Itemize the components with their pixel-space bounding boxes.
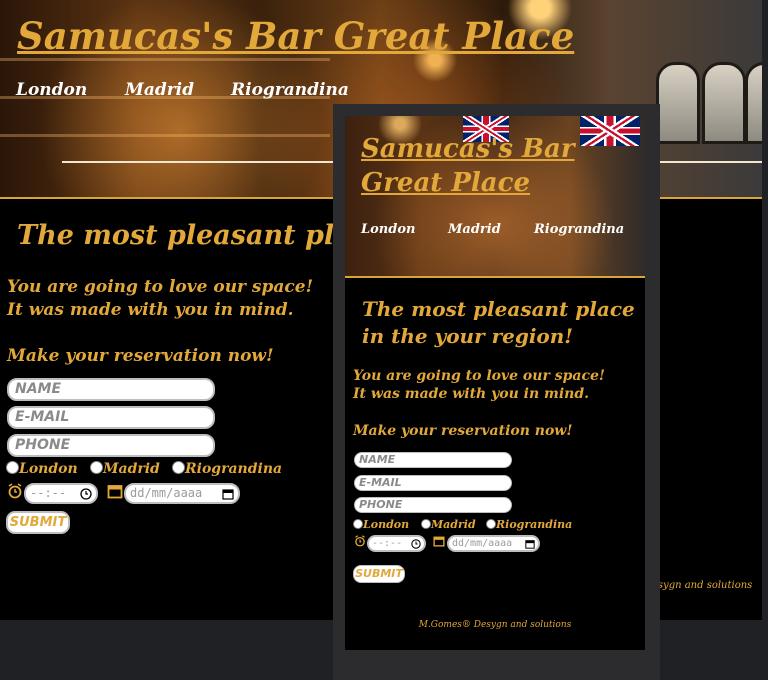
date-input-mobile[interactable]: dd/mm/aaaa <box>447 535 540 552</box>
phone-input[interactable]: PHONE <box>7 434 215 457</box>
radio-london-mobile[interactable]: London <box>353 518 421 531</box>
window-decoration <box>745 62 762 144</box>
mobile-screen: Samucas's Bar Great Place London Madrid … <box>345 116 645 650</box>
radio-button[interactable] <box>353 519 363 529</box>
intro-line-2-mobile: It was made with you in mind. <box>353 386 589 402</box>
calendar-picker-icon[interactable] <box>525 539 535 549</box>
nav-link-madrid[interactable]: Madrid <box>125 80 231 100</box>
radio-button[interactable] <box>486 519 496 529</box>
radio-madrid[interactable]: Madrid <box>90 461 172 477</box>
intro-line-1-mobile: You are going to love our space! <box>353 368 606 384</box>
date-placeholder: dd/mm/aaaa <box>130 486 203 500</box>
name-input-mobile[interactable]: NAME <box>354 452 512 468</box>
email-input-mobile[interactable]: E-MAIL <box>354 475 512 491</box>
radio-london[interactable]: London <box>6 461 90 477</box>
alarm-clock-icon <box>8 483 22 499</box>
footer-mobile: M.Gomes® Desygn and solutions <box>418 620 572 630</box>
site-title[interactable]: Samucas's Bar Great Place <box>17 14 574 58</box>
date-placeholder: dd/mm/aaaa <box>452 538 513 549</box>
clock-icon[interactable] <box>80 488 92 500</box>
alarm-clock-icon <box>355 535 365 547</box>
mobile-preview-frame: Samucas's Bar Great Place London Madrid … <box>333 104 660 680</box>
calendar-icon <box>107 485 123 499</box>
reservation-heading-mobile: Make your reservation now! <box>353 423 573 439</box>
time-placeholder: --:-- <box>372 538 403 549</box>
nav-link-madrid-mobile[interactable]: Madrid <box>448 222 534 237</box>
time-placeholder: --:-- <box>30 486 67 500</box>
time-input-mobile[interactable]: --:-- <box>367 535 426 552</box>
intro-line-1: You are going to love our space! <box>7 277 314 297</box>
radio-label: Madrid <box>431 518 476 531</box>
divider <box>345 276 645 278</box>
nav-link-london-mobile[interactable]: London <box>361 222 448 237</box>
mobile-hero-banner: Samucas's Bar Great Place London Madrid … <box>345 116 645 276</box>
phone-input-mobile[interactable]: PHONE <box>354 497 512 513</box>
calendar-picker-icon[interactable] <box>222 488 234 500</box>
desktop-nav: London Madrid Riograndina <box>16 80 349 100</box>
nav-link-riograndina-mobile[interactable]: Riograndina <box>534 222 624 237</box>
clock-icon[interactable] <box>411 539 421 549</box>
radio-label: Riograndina <box>496 518 573 531</box>
radio-button[interactable] <box>90 461 103 474</box>
city-radio-group: London Madrid Riograndina <box>6 461 282 477</box>
radio-button[interactable] <box>6 461 19 474</box>
shelf-decoration <box>0 134 330 137</box>
intro-line-2: It was made with you in mind. <box>7 300 294 320</box>
site-title-mobile[interactable]: Samucas's Bar Great Place <box>361 132 645 200</box>
radio-madrid-mobile[interactable]: Madrid <box>421 518 486 531</box>
footer-text: esygn and solutions <box>652 580 753 591</box>
time-input[interactable]: --:-- <box>24 483 98 504</box>
date-input[interactable]: dd/mm/aaaa <box>124 483 240 504</box>
radio-riograndina-mobile[interactable]: Riograndina <box>486 518 572 531</box>
radio-label: Madrid <box>103 461 160 477</box>
mobile-nav: London Madrid Riograndina <box>361 222 624 237</box>
window-decoration <box>702 62 746 144</box>
shelf-decoration <box>0 58 330 61</box>
nav-link-riograndina[interactable]: Riograndina <box>231 80 349 100</box>
headline-mobile: The most pleasant place in the your regi… <box>362 297 635 348</box>
radio-label: Riograndina <box>185 461 283 477</box>
calendar-icon <box>433 536 445 547</box>
window-decoration <box>656 62 700 144</box>
submit-button-mobile[interactable]: SUBMIT <box>353 565 405 583</box>
name-input[interactable]: NAME <box>7 378 215 401</box>
reservation-heading: Make your reservation now! <box>7 346 274 366</box>
submit-button[interactable]: SUBMIT <box>6 511 70 534</box>
radio-button[interactable] <box>421 519 431 529</box>
radio-button[interactable] <box>172 461 185 474</box>
radio-label: London <box>363 518 410 531</box>
footer-desktop: esygn and solutions <box>652 580 752 591</box>
email-input[interactable]: E-MAIL <box>7 406 215 429</box>
radio-label: London <box>19 461 78 477</box>
nav-link-london[interactable]: London <box>16 80 125 100</box>
city-radio-group-mobile: London Madrid Riograndina <box>353 518 572 531</box>
radio-riograndina[interactable]: Riograndina <box>172 461 282 477</box>
